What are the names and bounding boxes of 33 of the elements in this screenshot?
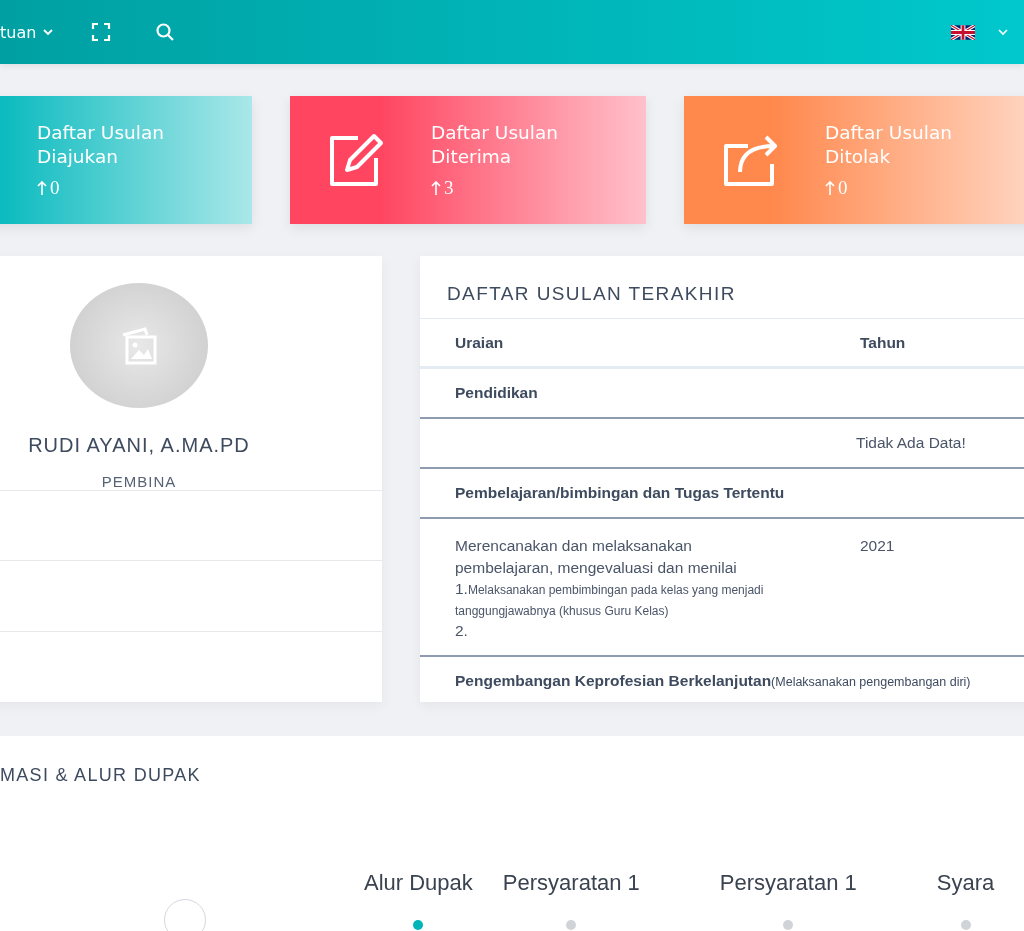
card-title: Daftar Usulan Diterima: [431, 121, 559, 169]
step-tab[interactable]: Persyaratan 1: [502, 870, 640, 896]
search-icon[interactable]: [155, 22, 176, 42]
profile-rank: PEMBINA: [101, 472, 177, 490]
card-title: Daftar Usulan Diajukan: [37, 121, 165, 169]
chevron-icon[interactable]: [997, 28, 1009, 36]
step-tab[interactable]: Alur Dupak: [364, 870, 473, 896]
card-count: 0: [50, 177, 60, 199]
flag-icon[interactable]: [951, 24, 975, 40]
group-label: Pengembangan Keprofesian Berkelanjutan(Melaksanakan pengembangan diri): [455, 672, 971, 690]
arrow-up-icon: [825, 180, 835, 196]
arrow-up-icon: [431, 180, 441, 196]
column-header: Tahun: [860, 333, 906, 352]
empty-message: Tidak Ada Data!: [856, 434, 966, 452]
fullscreen-icon[interactable]: [91, 22, 112, 42]
table-title: DAFTAR USULAN TERAKHIR: [420, 256, 1024, 319]
step-tab[interactable]: Syara: [936, 870, 995, 896]
table-cell-text: Merencanakan dan melaksanakan pembelajaran, mengevaluasi dan menilai: [455, 536, 738, 578]
step-tab[interactable]: Persyaratan 1: [719, 870, 857, 896]
group-label: Pendidikan: [455, 384, 538, 402]
table-cell-text: 2021: [860, 536, 895, 556]
arrow-up-icon: [37, 180, 47, 196]
card-count: 0: [838, 177, 848, 199]
card-title: Daftar Usulan Ditolak: [825, 121, 953, 169]
group-label: Pembelajaran/bimbingan dan Tugas Tertentu: [455, 484, 785, 502]
list-item: 2.: [455, 621, 469, 641]
column-header: Uraian: [455, 333, 505, 352]
list-item: 1.Melaksanakan pembimbingan pada kelas yang menjadi tanggungjawabnya (khusus Guru Kelas): [455, 579, 765, 620]
chevron-icon: [42, 28, 55, 36]
card-count: 3: [444, 177, 454, 199]
section-title: MASI & ALUR DUPAK: [0, 765, 202, 786]
profile-name: RUDI AYANI, A.MA.PD: [28, 433, 250, 457]
edit-icon: [327, 132, 384, 188]
